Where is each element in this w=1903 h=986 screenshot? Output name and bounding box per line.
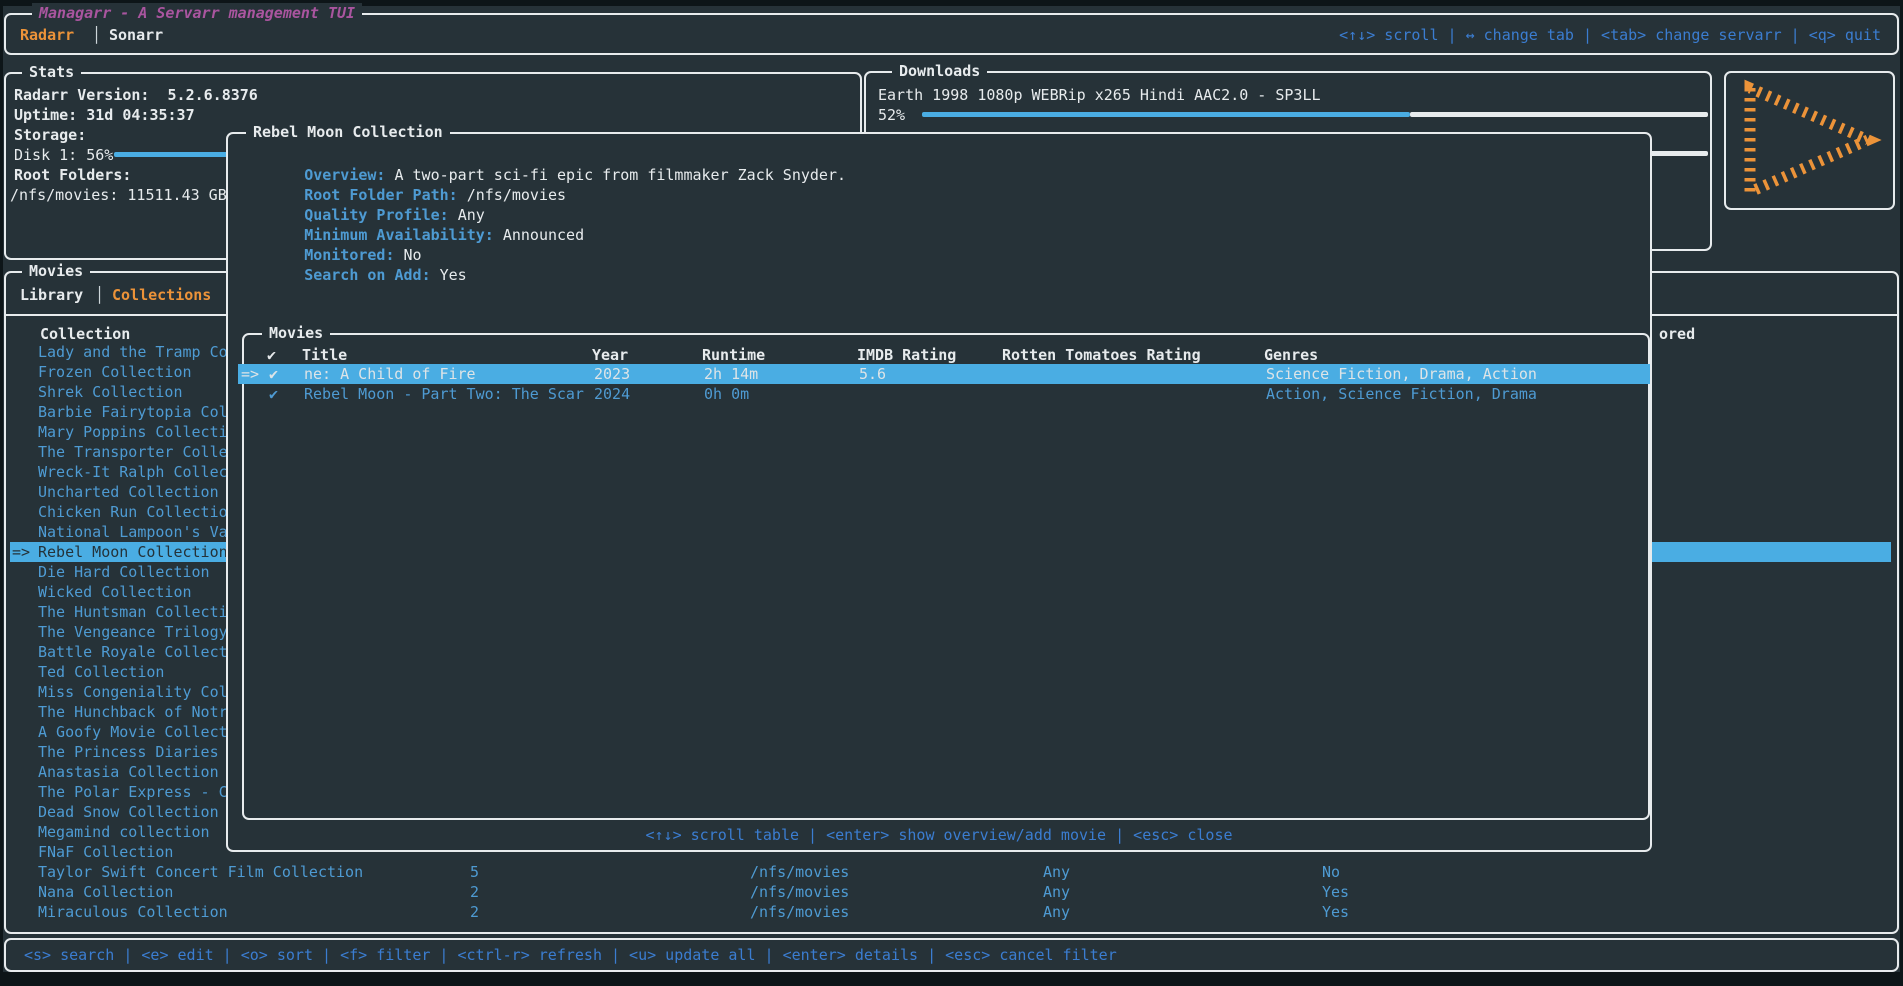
uptime: Uptime: 31d 04:35:37 — [14, 105, 195, 125]
bottom-keybind-help: <s> search | <e> edit | <o> sort | <f> f… — [24, 945, 1117, 965]
collections-column-header: Collection — [40, 324, 130, 344]
monitored-field: Monitored:No — [250, 225, 422, 245]
download-item-percent: 52% — [878, 105, 905, 125]
managarr-play-logo — [1734, 79, 1884, 201]
root-folders-label: Root Folders: — [14, 165, 131, 185]
collection-movies-table: Movies ✔ Title Year Runtime IMDB Rating … — [242, 333, 1650, 820]
top-keybind-help: <↑↓> scroll | ↔ change tab | <tab> chang… — [1339, 25, 1881, 45]
monitored-check-icon: ✔ — [269, 384, 278, 404]
movie-imdb-rating: 5.6 — [859, 364, 886, 384]
download-item-name: Earth 1998 1080p WEBRip x265 Hindi AAC2.… — [878, 85, 1321, 105]
disk-usage: Disk 1: 56% — [14, 145, 113, 165]
monitored-check-icon: ✔ — [269, 364, 278, 384]
monitored-column-header-fragment: ored — [1659, 324, 1695, 344]
stats-panel-title: Stats — [22, 62, 81, 82]
storage-label: Storage: — [14, 125, 86, 145]
movie-rows: => ✔ ne: A Child of Fire 2023 2h 14m 5.6… — [244, 335, 1648, 818]
modal-keybind-help: <↑↓> scroll table | <enter> show overvie… — [228, 825, 1650, 845]
radarr-version: Radarr Version: 5.2.6.8376 — [14, 85, 258, 105]
movie-year: 2024 — [594, 384, 630, 404]
tab-collections[interactable]: Collections — [112, 285, 211, 305]
download-progress-track — [1410, 112, 1708, 117]
field-label: Search on Add: — [304, 266, 430, 284]
movie-runtime: 2h 14m — [704, 364, 758, 384]
field-value: Yes — [440, 266, 467, 284]
movie-title: ne: A Child of Fire — [304, 364, 476, 384]
managarr-app: Managarr - A Servarr management TUI Rada… — [0, 0, 1903, 986]
top-bar: Managarr - A Servarr management TUI Rada… — [4, 13, 1899, 55]
movie-genres: Science Fiction, Drama, Action — [1266, 364, 1537, 384]
movies-panel-title: Movies — [22, 261, 90, 281]
search-on-add-field: Search on Add:Yes — [250, 245, 467, 265]
movie-row[interactable]: ✔ Rebel Moon - Part Two: The Scar 2024 0… — [238, 384, 1650, 404]
logo-panel — [1724, 71, 1895, 210]
tab-separator: │ — [92, 25, 101, 45]
quality-profile-field: Quality Profile:Any — [250, 185, 485, 205]
downloads-panel-title: Downloads — [892, 61, 987, 81]
tab-radarr[interactable]: Radarr — [20, 25, 74, 45]
tab-sonarr[interactable]: Sonarr — [109, 25, 163, 45]
overview-field: Overview:A two-part sci-fi epic from fil… — [250, 145, 846, 165]
selection-arrow: => — [241, 364, 259, 384]
app-title: Managarr - A Servarr management TUI — [32, 3, 362, 23]
movie-year: 2023 — [594, 364, 630, 384]
movie-title: Rebel Moon - Part Two: The Scar — [304, 384, 584, 404]
download-progress-fill — [922, 112, 1410, 117]
tab-library[interactable]: Library — [20, 285, 83, 305]
root-folder-size: /nfs/movies: 11511.43 GB — [10, 185, 227, 205]
minimum-availability-field: Minimum Availability:Announced — [250, 205, 584, 225]
root-folder-field: Root Folder Path:/nfs/movies — [250, 165, 566, 185]
tab-separator: │ — [95, 285, 104, 305]
movie-genres: Action, Science Fiction, Drama — [1266, 384, 1537, 404]
disk-usage-bar — [114, 152, 232, 157]
collection-details-modal: Rebel Moon Collection Overview:A two-par… — [226, 132, 1652, 852]
help-bar: <s> search | <e> edit | <o> sort | <f> f… — [4, 938, 1899, 972]
modal-title: Rebel Moon Collection — [246, 122, 450, 142]
field-value: Announced — [503, 226, 584, 244]
movie-row[interactable]: => ✔ ne: A Child of Fire 2023 2h 14m 5.6… — [238, 364, 1650, 384]
movie-runtime: 0h 0m — [704, 384, 749, 404]
